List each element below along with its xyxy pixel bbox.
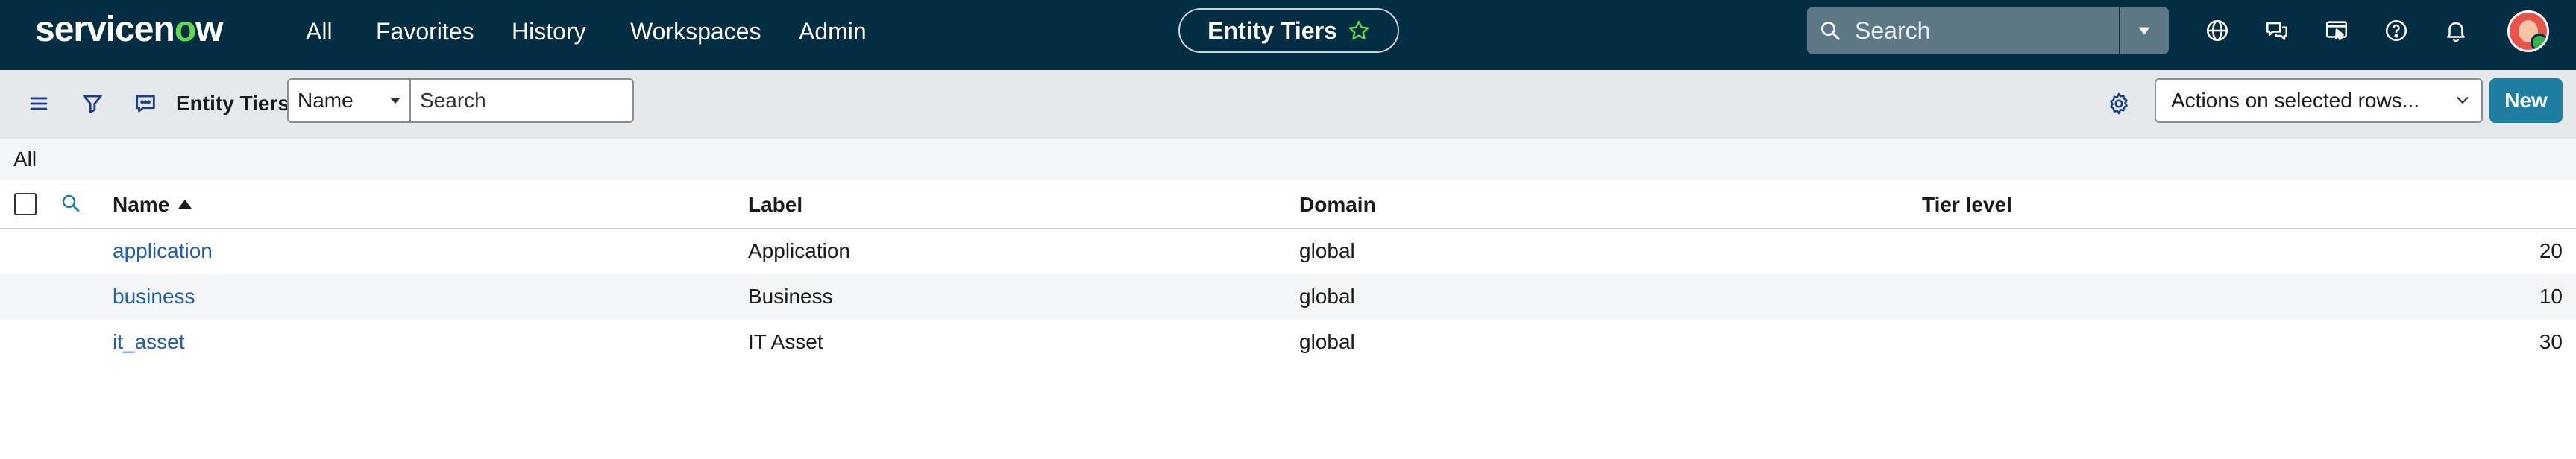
- new-button[interactable]: New: [2489, 78, 2563, 123]
- row-name-link[interactable]: business: [113, 284, 195, 309]
- select-all-checkbox[interactable]: [14, 193, 37, 215]
- breadcrumb: All: [0, 139, 2576, 180]
- search-field-value: Name: [298, 89, 354, 112]
- comment-icon[interactable]: [133, 91, 158, 116]
- search-icon[interactable]: [60, 192, 82, 215]
- sort-ascending-icon: [178, 200, 192, 209]
- search-scope-dropdown[interactable]: [2120, 7, 2169, 54]
- table-row: it_asset IT Asset global 30: [0, 320, 2576, 365]
- row-label: IT Asset: [748, 330, 823, 353]
- row-domain: global: [1299, 285, 1355, 308]
- row-domain: global: [1299, 330, 1355, 353]
- column-header-name[interactable]: Name: [113, 192, 192, 218]
- bell-icon[interactable]: [2443, 18, 2469, 43]
- breadcrumb-all[interactable]: All: [13, 147, 37, 172]
- globe-icon[interactable]: [2205, 18, 2230, 43]
- top-navigation: servicenow All Favorites History Workspa…: [0, 0, 2576, 70]
- table-row: application Application global 20: [0, 229, 2576, 274]
- row-tier-level: 10: [2539, 285, 2563, 308]
- connect-icon[interactable]: [2324, 18, 2349, 43]
- table-header: Name Label Domain Tier level: [0, 180, 2576, 230]
- gear-icon[interactable]: [2106, 91, 2132, 116]
- column-header-label[interactable]: Label: [748, 192, 802, 218]
- caret-down-icon: [2138, 27, 2150, 35]
- search-icon: [1821, 22, 1840, 40]
- row-tier-level: 30: [2539, 330, 2563, 353]
- caret-down-icon: [390, 98, 400, 104]
- nav-admin[interactable]: Admin: [799, 16, 867, 46]
- context-pill-label: Entity Tiers: [1207, 16, 1337, 44]
- actions-select[interactable]: Actions on selected rows...: [2155, 78, 2483, 123]
- row-tier-level: 20: [2539, 239, 2563, 262]
- list-search-input[interactable]: [410, 78, 634, 123]
- chevron-down-icon: [2457, 97, 2469, 104]
- help-icon[interactable]: [2384, 18, 2409, 43]
- row-label: Business: [748, 285, 833, 308]
- nav-all[interactable]: All: [306, 16, 333, 46]
- actions-select-label: Actions on selected rows...: [2171, 89, 2420, 112]
- column-header-domain[interactable]: Domain: [1299, 192, 1376, 218]
- servicenow-logo[interactable]: servicenow: [35, 7, 223, 52]
- table-row: business Business global 10: [0, 274, 2576, 320]
- row-label: Application: [748, 239, 850, 262]
- chat-icon[interactable]: [2264, 18, 2290, 43]
- list-header-bar: Entity Tiers Name Actions on selected ro…: [0, 70, 2576, 139]
- nav-workspaces[interactable]: Workspaces: [630, 16, 761, 46]
- context-pill[interactable]: Entity Tiers: [1178, 8, 1399, 53]
- hamburger-menu-icon[interactable]: [26, 91, 51, 116]
- row-domain: global: [1299, 239, 1355, 262]
- global-search-placeholder: Search: [1855, 16, 1931, 44]
- nav-history[interactable]: History: [512, 16, 586, 46]
- user-avatar[interactable]: [2507, 10, 2549, 52]
- star-icon[interactable]: [1348, 19, 1370, 42]
- presence-dot: [2531, 34, 2547, 50]
- row-name-link[interactable]: it_asset: [113, 329, 185, 355]
- row-name-link[interactable]: application: [113, 238, 213, 264]
- filter-icon[interactable]: [80, 91, 105, 116]
- column-header-tier-level[interactable]: Tier level: [1922, 192, 2012, 218]
- nav-favorites[interactable]: Favorites: [376, 16, 474, 46]
- list-title: Entity Tiers: [176, 92, 289, 115]
- global-search[interactable]: Search: [1807, 7, 2119, 54]
- search-field-select[interactable]: Name: [287, 78, 411, 123]
